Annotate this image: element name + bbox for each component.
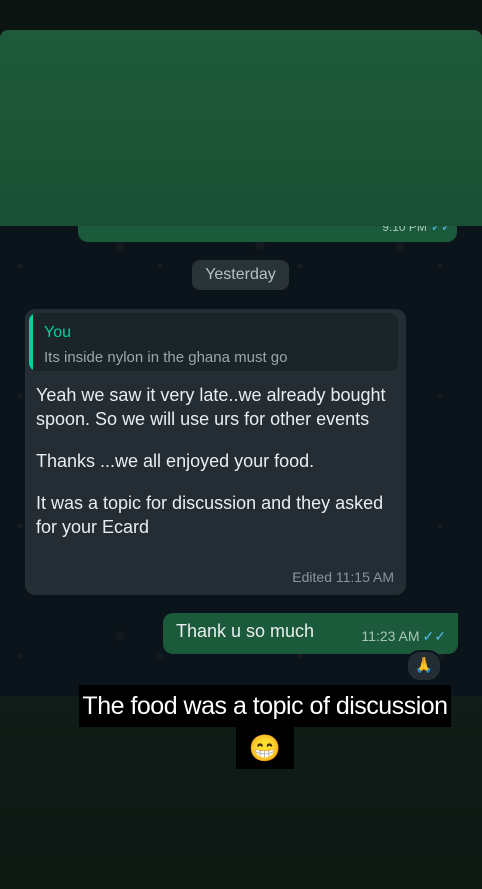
previous-message-time: 9:10 PM ✓✓ [382, 226, 451, 234]
outgoing-message-text: Thank u so much [176, 621, 315, 641]
reply-author: You [44, 324, 71, 341]
double-check-icon: ✓✓ [422, 628, 446, 644]
reaction-emoji[interactable]: 🙏 [406, 650, 442, 682]
double-check-icon: ✓✓ [430, 226, 451, 234]
message-paragraph: Thanks ...we all enjoyed your food. [36, 451, 315, 471]
incoming-message-meta: Edited 11:15 AM [292, 569, 394, 585]
outgoing-message-bubble[interactable]: Thank u so much 11:23 AM ✓✓ [163, 613, 458, 654]
previous-message-bubble[interactable]: 9:10 PM ✓✓ [78, 226, 457, 242]
incoming-message-bubble[interactable]: You Its inside nylon in the ghana must g… [25, 309, 406, 595]
outgoing-message-time: 11:23 AM ✓✓ [361, 628, 446, 644]
reply-quote-bar [29, 313, 33, 371]
reply-text: Its inside nylon in the ghana must go [44, 349, 288, 366]
chat-screenshot: 9:10 PM ✓✓ Yesterday You Its inside nylon… [0, 226, 482, 696]
incoming-message-text: Yeah we saw it very late..we already bou… [36, 383, 396, 557]
date-separator: Yesterday [192, 260, 289, 290]
reply-quote[interactable]: You Its inside nylon in the ghana must g… [29, 313, 398, 371]
story-caption: The food was a topic of discussion [79, 685, 451, 727]
grinning-emoji-icon: 😁 [236, 727, 294, 769]
message-paragraph: It was a topic for discussion and they a… [36, 493, 384, 537]
message-paragraph: Yeah we saw it very late..we already bou… [36, 385, 386, 429]
story-top-card [0, 30, 482, 226]
